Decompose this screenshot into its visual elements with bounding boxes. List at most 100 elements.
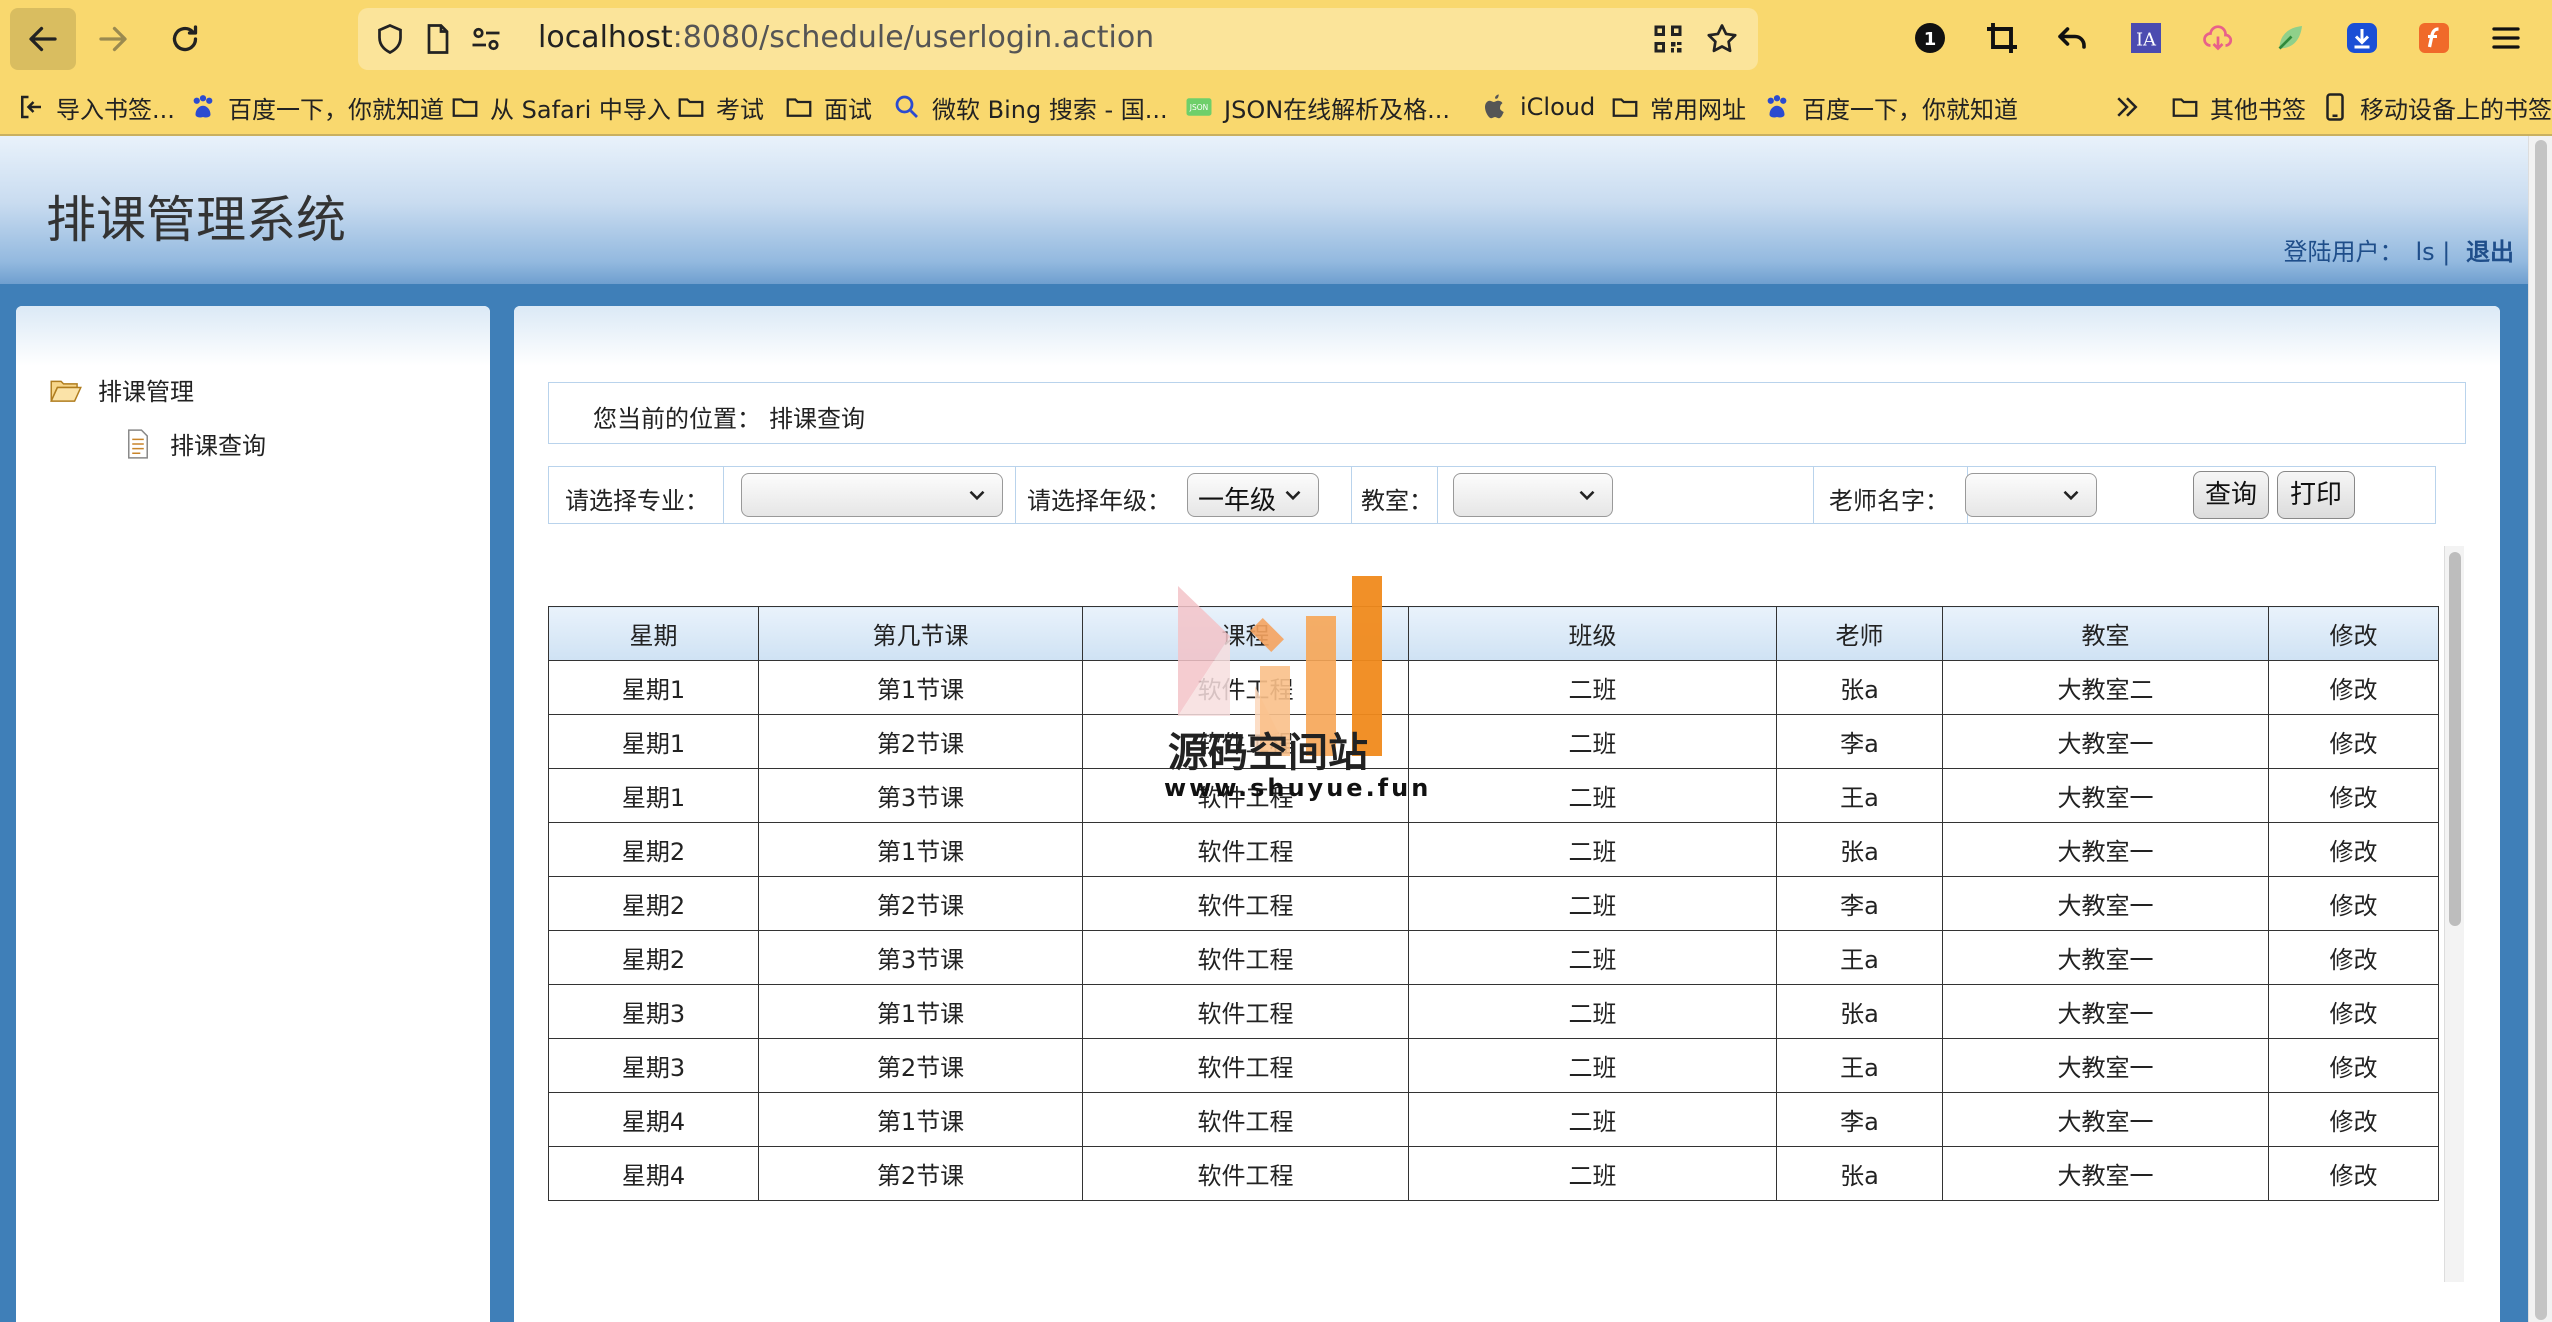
cell-class: 二班 bbox=[1408, 822, 1777, 877]
cell-class: 二班 bbox=[1408, 876, 1777, 931]
edit-link[interactable]: 修改 bbox=[2268, 822, 2439, 877]
shield-icon[interactable] bbox=[372, 21, 408, 57]
sidebar-item-schedule-query[interactable]: 排课查询 bbox=[122, 426, 266, 461]
crop-icon[interactable] bbox=[1978, 14, 2026, 62]
breadcrumb: 您当前的位置： 排课查询 bbox=[548, 382, 2466, 444]
bookmark-exam[interactable]: 考试 bbox=[676, 90, 764, 124]
bookmark-label: 从 Safari 中导入 bbox=[490, 95, 671, 124]
json-badge-text: JSON bbox=[1189, 103, 1209, 112]
table-row: 星期2 第3节课 软件工程 二班 王a 大教室一 修改 bbox=[548, 930, 2439, 985]
bookmark-mobile[interactable]: 移动设备上的书签 bbox=[2320, 90, 2552, 124]
sidebar-root-label: 排课管理 bbox=[98, 378, 194, 406]
edit-link[interactable]: 修改 bbox=[2268, 930, 2439, 985]
page-scrollbar[interactable] bbox=[2528, 136, 2552, 1322]
logout-link[interactable]: 退出 bbox=[2466, 238, 2514, 266]
folder-icon bbox=[452, 98, 478, 117]
table-scrollbar-thumb[interactable] bbox=[2449, 552, 2461, 926]
cell-class: 二班 bbox=[1408, 1146, 1777, 1201]
cell-classroom: 大教室一 bbox=[1942, 768, 2269, 823]
bookmark-label: 常用网址 bbox=[1650, 95, 1746, 124]
qr-code-icon[interactable] bbox=[1650, 21, 1686, 57]
bookmark-common-sites[interactable]: 常用网址 bbox=[1610, 90, 1746, 124]
bookmark-bing[interactable]: 微软 Bing 搜索 - 国... bbox=[892, 90, 1168, 124]
url-text[interactable]: localhost:8080/schedule/userlogin.action bbox=[538, 20, 1154, 55]
extension-counter-icon[interactable]: 1 bbox=[1906, 14, 1954, 62]
extension-badge-text: 1 bbox=[1924, 29, 1937, 50]
url-host: localhost bbox=[538, 20, 673, 55]
site-settings-icon[interactable] bbox=[468, 21, 504, 57]
folder-icon bbox=[678, 98, 704, 117]
undo-icon[interactable] bbox=[2048, 14, 2096, 62]
browser-toolbar: localhost:8080/schedule/userlogin.action… bbox=[0, 0, 2552, 78]
cell-classroom: 大教室一 bbox=[1942, 1146, 2269, 1201]
grade-select-value: 一年级 bbox=[1198, 486, 1277, 516]
leaf-extension-icon[interactable] bbox=[2266, 14, 2314, 62]
bookmark-icloud[interactable]: iCloud bbox=[1480, 90, 1595, 124]
table-row: 星期2 第2节课 软件工程 二班 李a 大教室一 修改 bbox=[548, 876, 2439, 931]
edit-link[interactable]: 修改 bbox=[2268, 1092, 2439, 1147]
menu-icon[interactable] bbox=[2482, 14, 2530, 62]
major-select[interactable] bbox=[741, 473, 1003, 517]
grade-select[interactable]: 一年级 bbox=[1187, 473, 1319, 517]
address-bar[interactable]: localhost:8080/schedule/userlogin.action bbox=[358, 8, 1758, 70]
forward-button[interactable] bbox=[80, 8, 146, 70]
bookmark-label: 考试 bbox=[716, 95, 764, 124]
print-button[interactable]: 打印 bbox=[2277, 471, 2355, 519]
edit-link[interactable]: 修改 bbox=[2268, 984, 2439, 1039]
arrow-left-icon bbox=[29, 26, 57, 52]
edit-link[interactable]: 修改 bbox=[2268, 714, 2439, 769]
teacher-label: 老师名字： bbox=[1829, 487, 1949, 515]
edit-link[interactable]: 修改 bbox=[2268, 660, 2439, 715]
bookmark-interview[interactable]: 面试 bbox=[784, 90, 872, 124]
folder-open-icon bbox=[50, 380, 82, 402]
cell-teacher: 张a bbox=[1776, 822, 1943, 877]
cell-weekday: 星期2 bbox=[548, 876, 759, 931]
table-row: 星期3 第2节课 软件工程 二班 王a 大教室一 修改 bbox=[548, 1038, 2439, 1093]
ia-extension-icon[interactable]: IA bbox=[2122, 14, 2170, 62]
bookmark-baidu-2[interactable]: 百度一下，你就知道 bbox=[1762, 90, 2018, 124]
edit-link[interactable]: 修改 bbox=[2268, 1038, 2439, 1093]
bookmark-import[interactable]: 导入书签... bbox=[16, 90, 175, 124]
back-button[interactable] bbox=[10, 8, 76, 70]
bookmark-other[interactable]: 其他书签 bbox=[2170, 90, 2306, 124]
bookmark-label: 面试 bbox=[824, 95, 872, 124]
page-icon[interactable] bbox=[420, 21, 456, 57]
cell-course: 软件工程 bbox=[1082, 1092, 1409, 1147]
bookmark-json[interactable]: JSON JSON在线解析及格... bbox=[1184, 90, 1450, 124]
filter-divider bbox=[1351, 467, 1352, 523]
cell-period: 第3节课 bbox=[758, 768, 1083, 823]
room-select[interactable] bbox=[1453, 473, 1613, 517]
edit-link[interactable]: 修改 bbox=[2268, 876, 2439, 931]
watermark-title: 源码空间站 bbox=[1168, 730, 1368, 776]
page-scrollbar-thumb[interactable] bbox=[2535, 140, 2547, 1320]
url-path: :8080/schedule/userlogin.action bbox=[672, 20, 1155, 55]
download-icon[interactable] bbox=[2338, 14, 2386, 62]
cloud-download-icon[interactable] bbox=[2194, 14, 2242, 62]
breadcrumb-label: 您当前的位置： bbox=[593, 405, 761, 433]
cell-teacher: 王a bbox=[1776, 1038, 1943, 1093]
table-scrollbar[interactable] bbox=[2444, 546, 2464, 1282]
reload-button[interactable] bbox=[152, 8, 218, 70]
cell-class: 二班 bbox=[1408, 930, 1777, 985]
flash-extension-icon[interactable] bbox=[2410, 14, 2458, 62]
bookmark-star-icon[interactable] bbox=[1704, 21, 1740, 57]
column-header-period: 第几节课 bbox=[758, 606, 1083, 661]
user-separator: | bbox=[2442, 238, 2451, 266]
edit-link[interactable]: 修改 bbox=[2268, 768, 2439, 823]
column-header-edit: 修改 bbox=[2268, 606, 2439, 661]
edit-link[interactable]: 修改 bbox=[2268, 1146, 2439, 1201]
cell-classroom: 大教室一 bbox=[1942, 930, 2269, 985]
teacher-select[interactable] bbox=[1965, 473, 2097, 517]
bookmark-baidu[interactable]: 百度一下，你就知道 bbox=[188, 90, 444, 124]
cell-course: 软件工程 bbox=[1082, 984, 1409, 1039]
folder-icon bbox=[1612, 98, 1638, 117]
query-button[interactable]: 查询 bbox=[2193, 471, 2269, 519]
cell-classroom: 大教室一 bbox=[1942, 822, 2269, 877]
folder-icon bbox=[2172, 98, 2198, 117]
bookmark-label: 百度一下，你就知道 bbox=[1802, 95, 2018, 124]
sidebar-root-schedule-management[interactable]: 排课管理 bbox=[50, 372, 194, 407]
login-user-label: 登陆用户： bbox=[2283, 238, 2404, 266]
mobile-device-icon bbox=[2326, 93, 2344, 121]
bookmark-safari-import[interactable]: 从 Safari 中导入 bbox=[450, 90, 671, 124]
bookmarks-overflow-button[interactable] bbox=[2112, 90, 2152, 124]
